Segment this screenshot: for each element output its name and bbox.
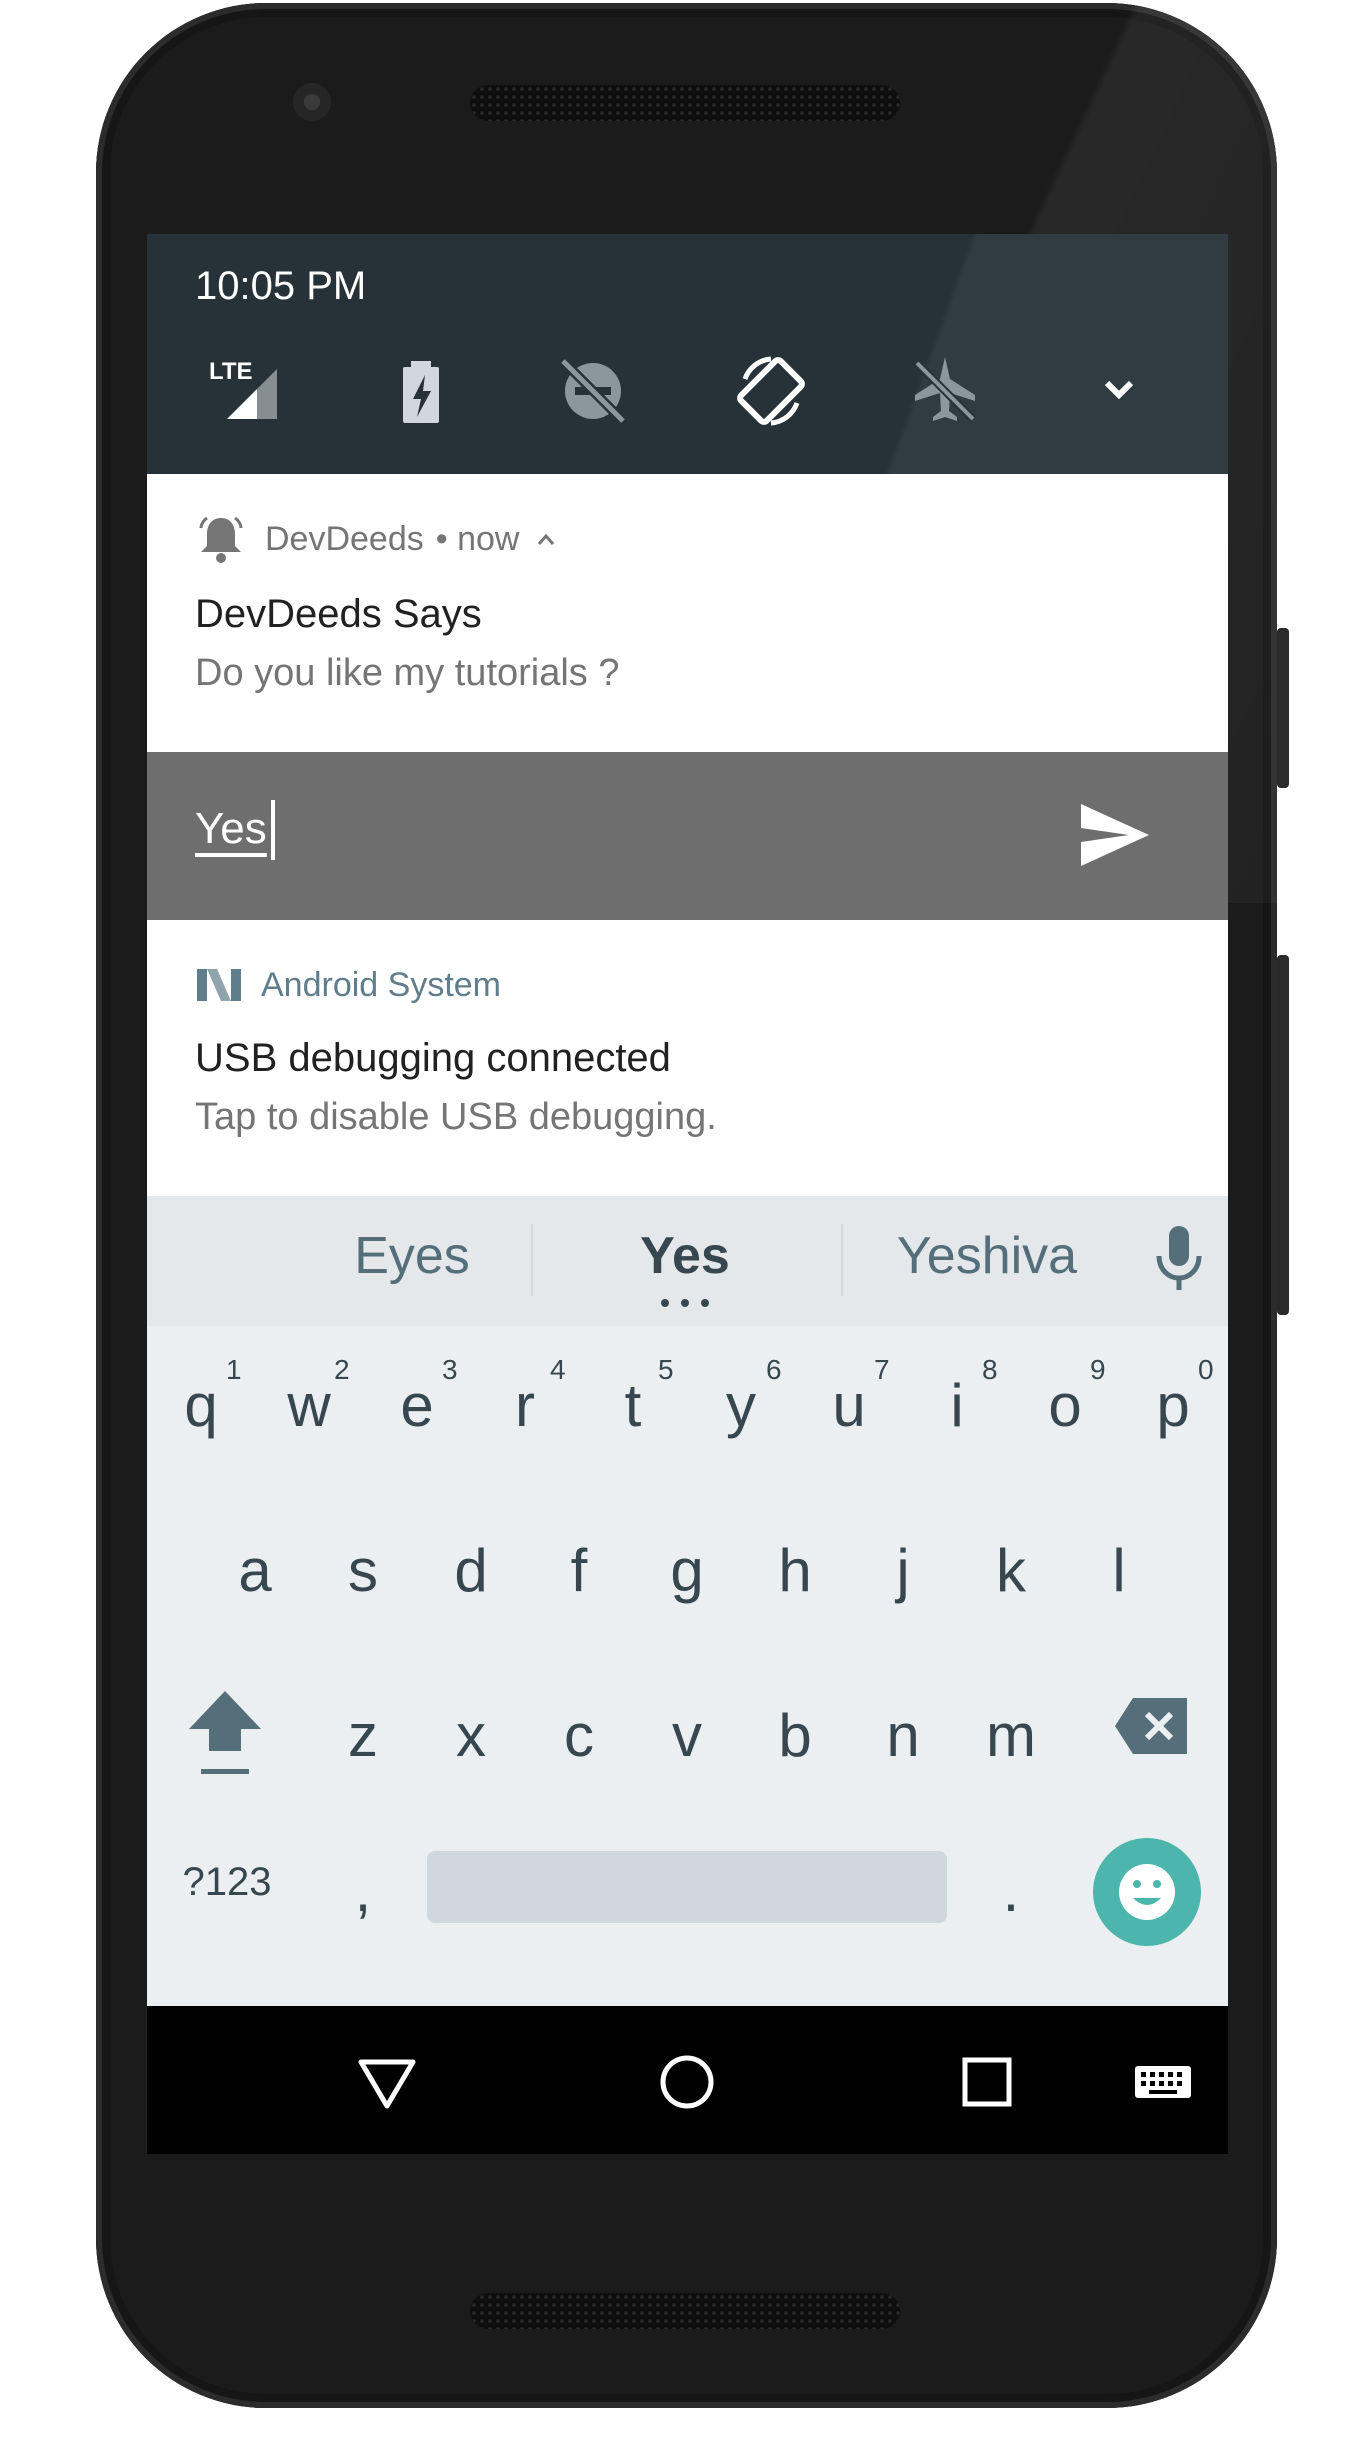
key-c[interactable]: c — [525, 1701, 633, 1770]
back-icon[interactable] — [355, 2050, 419, 2114]
inline-reply-bar: Yes — [147, 752, 1228, 920]
emoji-key[interactable] — [1093, 1838, 1201, 1946]
airplane-mode-icon[interactable] — [905, 349, 985, 429]
soft-keyboard: Eyes Yes Yeshiva q w e r t y u i o p 1 2… — [147, 1196, 1228, 2006]
key-k[interactable]: k — [957, 1536, 1065, 1605]
volume-button — [1277, 955, 1289, 1315]
key-s[interactable]: s — [309, 1536, 417, 1605]
suggestion-divider — [841, 1224, 843, 1296]
do-not-disturb-off-icon[interactable] — [553, 349, 633, 429]
quick-settings-panel: 10:05 PM LTE — [147, 234, 1228, 474]
notification-title: DevDeeds Says — [195, 592, 482, 636]
period-key[interactable]: . — [957, 1856, 1065, 1925]
lte-label: LTE — [209, 358, 253, 385]
key-j[interactable]: j — [849, 1536, 957, 1605]
key-hint-8: 8 — [982, 1354, 998, 1385]
key-x[interactable]: x — [417, 1701, 525, 1770]
key-hint-9: 9 — [1090, 1354, 1106, 1385]
comma-key[interactable]: , — [309, 1856, 417, 1925]
notification-devdeeds[interactable]: DevDeeds • now DevDeeds Says Do you like… — [147, 474, 1228, 752]
front-camera — [293, 83, 331, 121]
auto-rotate-icon[interactable] — [731, 349, 811, 429]
top-speaker — [470, 85, 900, 121]
reply-input[interactable]: Yes — [195, 804, 267, 854]
suggestion-2[interactable]: Yes — [567, 1226, 803, 1286]
key-l[interactable]: l — [1065, 1536, 1173, 1605]
key-hint-5: 5 — [658, 1354, 674, 1385]
text-cursor — [271, 800, 275, 860]
notification-header: DevDeeds • now — [195, 514, 561, 564]
suggestion-3[interactable]: Yeshiva — [867, 1226, 1107, 1286]
key-hint-6: 6 — [766, 1354, 782, 1385]
key-hint-2: 2 — [334, 1354, 350, 1385]
suggestion-1[interactable]: Eyes — [297, 1226, 527, 1286]
notification-app-name: DevDeeds — [265, 519, 424, 558]
key-z[interactable]: z — [309, 1701, 417, 1770]
notification-android-system[interactable]: Android System USB debugging connected T… — [147, 920, 1228, 1198]
home-icon[interactable] — [655, 2050, 719, 2114]
key-hint-4: 4 — [550, 1354, 566, 1385]
key-a[interactable]: a — [201, 1536, 309, 1605]
screen: 10:05 PM LTE DevDeeds • now DevDeeds Say… — [147, 234, 1228, 2154]
key-d[interactable]: d — [417, 1536, 525, 1605]
key-b[interactable]: b — [741, 1701, 849, 1770]
send-icon[interactable] — [1077, 800, 1153, 870]
notification-text: Tap to disable USB debugging. — [195, 1096, 717, 1138]
key-n[interactable]: n — [849, 1701, 957, 1770]
key-f[interactable]: f — [525, 1536, 633, 1605]
key-v[interactable]: v — [633, 1701, 741, 1770]
expand-chevron-icon[interactable] — [1079, 349, 1159, 429]
mic-icon[interactable] — [1149, 1218, 1209, 1298]
symbols-key[interactable]: ?123 — [167, 1860, 287, 1905]
key-hint-3: 3 — [442, 1354, 458, 1385]
more-suggestions-dots[interactable] — [661, 1299, 709, 1309]
notification-app-name: Android System — [261, 965, 501, 1004]
key-h[interactable]: h — [741, 1536, 849, 1605]
key-hint-1: 1 — [226, 1354, 242, 1385]
lte-signal-icon[interactable]: LTE — [205, 349, 285, 429]
key-m[interactable]: m — [957, 1701, 1065, 1770]
android-n-icon — [197, 969, 241, 1001]
suggestion-divider — [531, 1224, 533, 1296]
space-bar[interactable] — [427, 1851, 947, 1923]
bottom-speaker — [470, 2293, 900, 2329]
battery-saver-icon[interactable] — [381, 349, 461, 429]
backspace-icon[interactable] — [1113, 1696, 1189, 1756]
notification-text: Do you like my tutorials ? — [195, 652, 620, 694]
suggestion-strip: Eyes Yes Yeshiva — [147, 1196, 1228, 1326]
key-hint-7: 7 — [874, 1354, 890, 1385]
collapse-chevron-icon[interactable] — [531, 524, 561, 554]
shift-icon[interactable] — [185, 1681, 265, 1781]
status-time: 10:05 PM — [195, 264, 367, 308]
notification-time: • now — [435, 519, 520, 558]
notification-title: USB debugging connected — [195, 1036, 671, 1080]
bell-icon — [199, 516, 243, 563]
power-button — [1277, 628, 1289, 788]
notification-header: Android System — [195, 960, 501, 1010]
smiley-icon — [1119, 1864, 1175, 1920]
key-g[interactable]: g — [633, 1536, 741, 1605]
recents-icon[interactable] — [955, 2050, 1019, 2114]
navigation-bar — [147, 2006, 1228, 2154]
keyboard-switch-icon[interactable] — [1131, 2050, 1195, 2114]
key-hint-0: 0 — [1198, 1354, 1214, 1385]
